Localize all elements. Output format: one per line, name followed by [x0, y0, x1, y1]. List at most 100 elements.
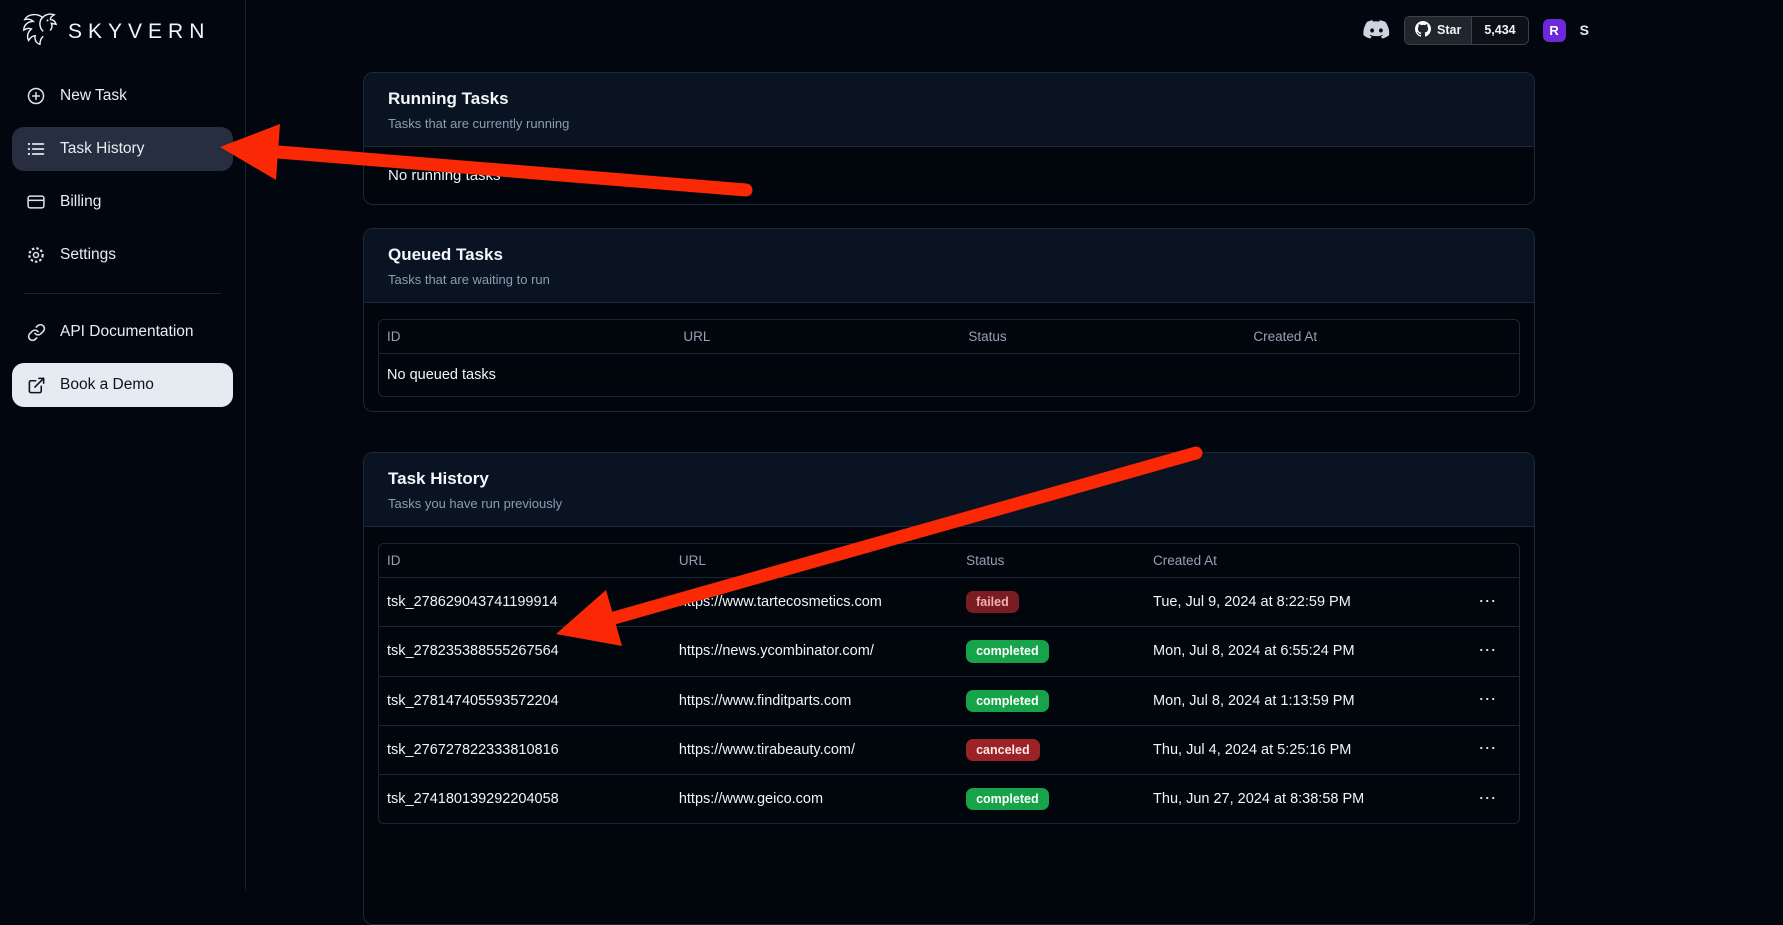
task-url-cell: https://www.tartecosmetics.com [671, 578, 958, 627]
plus-circle-icon [26, 86, 46, 106]
table-row[interactable]: tsk_278147405593572204 https://www.findi… [379, 676, 1519, 725]
status-badge: completed [966, 640, 1049, 662]
task-status-cell: canceled [958, 725, 1145, 774]
github-star-count: 5,434 [1471, 17, 1527, 44]
sidebar-item-api-documentation[interactable]: API Documentation [12, 310, 233, 354]
task-actions-cell: ⋯ [1464, 627, 1519, 676]
row-menu-button[interactable]: ⋯ [1472, 643, 1503, 657]
row-menu-button[interactable]: ⋯ [1472, 791, 1503, 805]
sidebar-item-label: New Task [60, 87, 127, 105]
gear-icon [26, 245, 46, 265]
task-created-at-cell: Thu, Jul 4, 2024 at 5:25:16 PM [1145, 725, 1464, 774]
task-history-table: ID URL Status Created At tsk_27862904374… [379, 544, 1519, 823]
running-tasks-card: Running Tasks Tasks that are currently r… [363, 72, 1535, 205]
task-created-at-cell: Mon, Jul 8, 2024 at 6:55:24 PM [1145, 627, 1464, 676]
task-url-cell: https://www.finditparts.com [671, 676, 958, 725]
sidebar-item-label: Settings [60, 246, 116, 264]
sidebar-item-label: Task History [60, 140, 144, 158]
queued-tasks-table: ID URL Status Created At No queued tasks [379, 320, 1519, 396]
queued-tasks-empty-state: No queued tasks [379, 354, 1519, 397]
skyvern-logo[interactable]: SKYVERN [0, 0, 245, 62]
task-id-cell: tsk_278629043741199914 [379, 578, 671, 627]
table-header-row: ID URL Status Created At [379, 320, 1519, 354]
column-header-url: URL [675, 320, 960, 354]
column-header-id: ID [379, 320, 675, 354]
sidebar-item-label: Billing [60, 193, 101, 211]
queued-tasks-body: ID URL Status Created At No queued tasks [364, 303, 1534, 411]
github-star-widget[interactable]: Star 5,434 [1404, 16, 1529, 45]
task-created-at-cell: Thu, Jun 27, 2024 at 8:38:58 PM [1145, 775, 1464, 824]
task-status-cell: completed [958, 775, 1145, 824]
sidebar-item-label: API Documentation [60, 323, 194, 341]
sidebar-item-new-task[interactable]: New Task [12, 74, 233, 118]
task-history-body: ID URL Status Created At tsk_27862904374… [364, 527, 1534, 924]
column-header-status: Status [958, 544, 1145, 578]
task-history-header: Task History Tasks you have run previous… [364, 453, 1534, 527]
column-header-created-at: Created At [1145, 544, 1464, 578]
column-header-actions [1464, 544, 1519, 578]
running-tasks-header: Running Tasks Tasks that are currently r… [364, 73, 1534, 147]
skyvern-dragon-icon [18, 11, 60, 54]
sidebar-item-settings[interactable]: Settings [12, 233, 233, 277]
row-menu-button[interactable]: ⋯ [1472, 741, 1503, 755]
column-header-status: Status [960, 320, 1245, 354]
github-star-label: Star [1437, 23, 1461, 37]
external-link-icon [26, 375, 46, 395]
status-badge: completed [966, 690, 1049, 712]
user-label-truncated: S [1580, 22, 1589, 38]
empty-row: No queued tasks [379, 354, 1519, 397]
sidebar-item-label: Book a Demo [60, 376, 154, 394]
table-row[interactable]: tsk_274180139292204058 https://www.geico… [379, 775, 1519, 824]
running-tasks-subtitle: Tasks that are currently running [388, 116, 1510, 131]
task-status-cell: failed [958, 578, 1145, 627]
brand-name: SKYVERN [68, 20, 210, 44]
task-status-cell: completed [958, 676, 1145, 725]
task-id-cell: tsk_278235388555267564 [379, 627, 671, 676]
credit-card-icon [26, 192, 46, 212]
topbar: Star 5,434 R S [1363, 15, 1589, 45]
task-url-cell: https://www.tirabeauty.com/ [671, 725, 958, 774]
task-created-at-cell: Tue, Jul 9, 2024 at 8:22:59 PM [1145, 578, 1464, 627]
list-icon [26, 139, 46, 159]
table-row[interactable]: tsk_278629043741199914 https://www.tarte… [379, 578, 1519, 627]
queued-tasks-header: Queued Tasks Tasks that are waiting to r… [364, 229, 1534, 303]
task-actions-cell: ⋯ [1464, 578, 1519, 627]
task-id-cell: tsk_274180139292204058 [379, 775, 671, 824]
running-tasks-title: Running Tasks [388, 89, 1510, 109]
table-header-row: ID URL Status Created At [379, 544, 1519, 578]
sidebar-item-billing[interactable]: Billing [12, 180, 233, 224]
status-badge: canceled [966, 739, 1040, 761]
task-actions-cell: ⋯ [1464, 775, 1519, 824]
sidebar-divider [24, 293, 221, 294]
table-row[interactable]: tsk_276727822333810816 https://www.tirab… [379, 725, 1519, 774]
row-menu-button[interactable]: ⋯ [1472, 692, 1503, 706]
column-header-url: URL [671, 544, 958, 578]
queued-tasks-subtitle: Tasks that are waiting to run [388, 272, 1510, 287]
status-badge: failed [966, 591, 1019, 613]
link-icon [26, 322, 46, 342]
github-icon [1415, 21, 1431, 40]
column-header-created-at: Created At [1245, 320, 1519, 354]
sidebar-item-book-a-demo[interactable]: Book a Demo [12, 363, 233, 407]
task-history-subtitle: Tasks you have run previously [388, 496, 1510, 511]
task-created-at-cell: Mon, Jul 8, 2024 at 1:13:59 PM [1145, 676, 1464, 725]
discord-icon[interactable] [1363, 20, 1390, 41]
sidebar-item-task-history[interactable]: Task History [12, 127, 233, 171]
sidebar-nav: New Task Task History Billing Settings [0, 62, 245, 407]
task-id-cell: tsk_278147405593572204 [379, 676, 671, 725]
queued-tasks-title: Queued Tasks [388, 245, 1510, 265]
row-menu-button[interactable]: ⋯ [1472, 594, 1503, 608]
running-tasks-empty-state: No running tasks [364, 147, 1534, 204]
task-url-cell: https://www.geico.com [671, 775, 958, 824]
task-history-title: Task History [388, 469, 1510, 489]
task-id-cell: tsk_276727822333810816 [379, 725, 671, 774]
task-status-cell: completed [958, 627, 1145, 676]
status-badge: completed [966, 788, 1049, 810]
task-actions-cell: ⋯ [1464, 725, 1519, 774]
avatar[interactable]: R [1543, 19, 1566, 42]
sidebar: SKYVERN New Task Task History Billing S [0, 0, 246, 890]
queued-tasks-card: Queued Tasks Tasks that are waiting to r… [363, 228, 1535, 412]
task-history-card: Task History Tasks you have run previous… [363, 452, 1535, 925]
main-content: Running Tasks Tasks that are currently r… [363, 72, 1535, 925]
table-row[interactable]: tsk_278235388555267564 https://news.ycom… [379, 627, 1519, 676]
